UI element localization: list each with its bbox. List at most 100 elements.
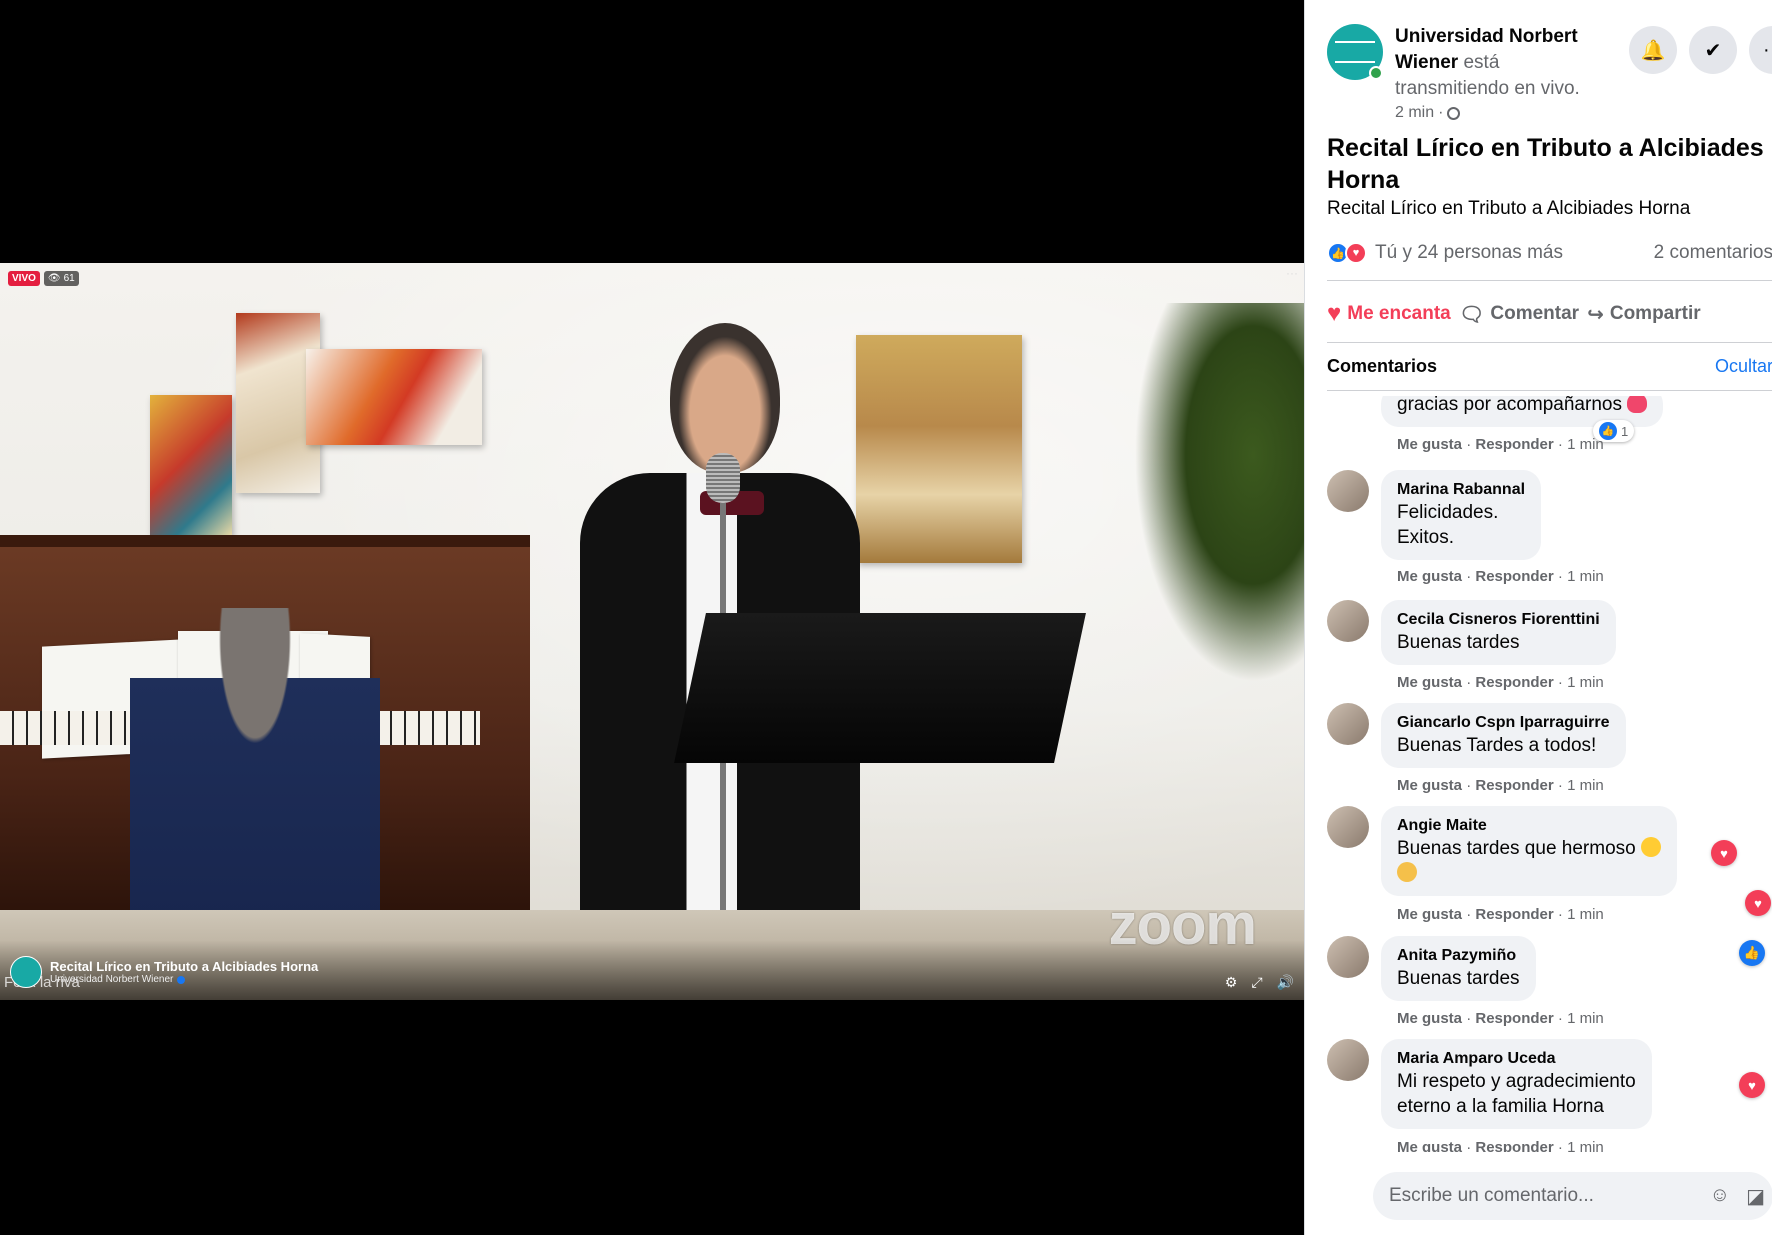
share-button[interactable]: ↪ Compartir: [1587, 302, 1701, 327]
comment-like-link[interactable]: Me gusta: [1397, 436, 1462, 453]
calendar-check-icon[interactable]: ✔: [1689, 26, 1737, 74]
sep: ·: [1557, 1139, 1563, 1152]
comment-author[interactable]: Maria Amparo Uceda: [1397, 1049, 1636, 1069]
music-stand: [674, 613, 1086, 763]
floating-heart-icon: ♥: [1745, 890, 1771, 916]
comment-like-link[interactable]: Me gusta: [1397, 1139, 1462, 1152]
comment-time[interactable]: 1 min: [1567, 568, 1604, 585]
avatar[interactable]: [1327, 470, 1369, 512]
reactions-row: 👍 ♥ Tú y 24 personas más 2 comentarios: [1327, 236, 1772, 270]
video-more-icon[interactable]: ···: [1286, 266, 1298, 280]
verified-icon: [177, 975, 186, 984]
comment-author[interactable]: Anita Pazymiño: [1397, 946, 1520, 966]
comment-reply-link[interactable]: Responder: [1475, 777, 1553, 794]
comment-button[interactable]: 🗨 Comentar: [1459, 302, 1579, 327]
comment-actions: Me gusta · Responder · 1 min: [1397, 674, 1604, 691]
comment-reply-link[interactable]: Responder: [1475, 1139, 1553, 1152]
emoji-icon[interactable]: ☺: [1710, 1184, 1730, 1209]
comment-like-link[interactable]: Me gusta: [1397, 1010, 1462, 1027]
sep: ·: [1466, 674, 1472, 691]
bell-icon[interactable]: 🔔: [1629, 26, 1677, 74]
comment-text: gracias por acompañarnos: [1397, 396, 1648, 417]
volume-icon[interactable]: 🔊: [1277, 974, 1294, 991]
reactions-text: Tú y 24 personas más: [1375, 242, 1563, 263]
share-icon: ↪: [1587, 303, 1604, 326]
fullscreen-icon[interactable]: ⤢: [1251, 974, 1262, 991]
sep: ·: [1466, 568, 1472, 585]
more-icon[interactable]: ···: [1749, 26, 1772, 74]
video-page[interactable]: Universidad Norbert Wiener: [50, 974, 318, 985]
hide-comments-link[interactable]: Ocultar: [1715, 356, 1772, 377]
comment-time[interactable]: 1 min: [1567, 1010, 1604, 1027]
header-text: Universidad Norbert Wiener está transmit…: [1395, 24, 1607, 102]
love-reaction-icon: ♥: [1345, 242, 1367, 264]
comment-actions: Me gusta · Responder · 1 min: [1397, 436, 1604, 453]
settings-icon[interactable]: ⚙: [1225, 974, 1238, 991]
post-sidebar: Universidad Norbert Wiener está transmit…: [1304, 0, 1772, 1235]
comment-reply-link[interactable]: Responder: [1475, 1010, 1553, 1027]
comment-input[interactable]: Escribe un comentario... ☺ ◪: [1373, 1172, 1772, 1220]
love-label: Me encanta: [1347, 303, 1451, 324]
floating-heart-icon: ♥: [1739, 1072, 1765, 1098]
post-time[interactable]: 2 min: [1395, 104, 1434, 122]
comment-like-link[interactable]: Me gusta: [1397, 568, 1462, 585]
share-label: Compartir: [1609, 303, 1701, 324]
divider: [1327, 390, 1772, 391]
avatar[interactable]: [1327, 806, 1369, 848]
comment-line: gracias por acompañarnos: [1397, 396, 1622, 415]
love-button[interactable]: ♥ Me encanta: [1327, 302, 1455, 326]
comment-time[interactable]: 1 min: [1567, 1139, 1604, 1152]
video-player[interactable]: zoom VIVO 👁 61 ··· Felix la riva Recital…: [0, 0, 1304, 1235]
video-title: Recital Lírico en Tributo a Alcibiades H…: [50, 959, 319, 974]
comment-like-link[interactable]: Me gusta: [1397, 674, 1462, 691]
comment-actions: Me gusta · Responder · 1 min: [1397, 568, 1604, 585]
action-bar: ♥ Me encanta 🗨 Comentar ↪ Compartir: [1327, 286, 1772, 342]
viewer-count-value: 61: [63, 273, 75, 284]
comment-like-link[interactable]: Me gusta: [1397, 906, 1462, 923]
comment-author[interactable]: Giancarlo Cspn Iparraguirre: [1397, 713, 1610, 733]
sep: ·: [1466, 906, 1472, 923]
comment-time[interactable]: 1 min: [1567, 777, 1604, 794]
comment-text: [1397, 861, 1661, 886]
comment-reply-link[interactable]: Responder: [1475, 568, 1553, 585]
comment-text: eterno a la familia Horna: [1397, 1096, 1604, 1117]
video-frame[interactable]: zoom: [0, 263, 1304, 1000]
avatar[interactable]: [1327, 703, 1369, 745]
divider: [1327, 280, 1772, 281]
viewer-count: 👁 61: [43, 271, 79, 286]
avatar[interactable]: [1327, 1039, 1369, 1081]
comments-list[interactable]: gracias por acompañarnos 👍 1 Me gusta · …: [1327, 396, 1772, 1152]
singer-head: [670, 323, 780, 473]
comment-reply-link[interactable]: Responder: [1475, 436, 1553, 453]
eye-icon: 👁: [47, 273, 61, 284]
live-tag: VIVO: [8, 271, 40, 286]
comment-text: Felicidades.: [1397, 502, 1499, 523]
comment-count[interactable]: 2 comentarios: [1654, 242, 1772, 264]
comment-text: Buenas Tardes a todos!: [1397, 735, 1597, 756]
sep: ·: [1557, 674, 1563, 691]
comment-time[interactable]: 1 min: [1567, 674, 1604, 691]
comment-reply-link[interactable]: Responder: [1475, 906, 1553, 923]
header-actions: 🔔 ✔ ···: [1629, 26, 1772, 74]
comment-time[interactable]: 1 min: [1567, 436, 1604, 453]
comment-time[interactable]: 1 min: [1567, 906, 1604, 923]
comment-actions: Me gusta · Responder · 1 min: [1397, 777, 1604, 794]
comment-reply-link[interactable]: Responder: [1475, 674, 1553, 691]
sticker-icon[interactable]: ◪: [1746, 1184, 1765, 1209]
comment-author[interactable]: Cecila Cisneros Fiorenttini: [1397, 610, 1600, 630]
comment-like-link[interactable]: Me gusta: [1397, 777, 1462, 794]
avatar[interactable]: [1327, 936, 1369, 978]
comment-author[interactable]: Marina Rabannal: [1397, 480, 1525, 500]
plant: [1134, 303, 1304, 683]
post-title: Recital Lírico en Tributo a Alcibiades H…: [1327, 134, 1764, 194]
video-page-avatar[interactable]: [10, 956, 42, 988]
post-header: Universidad Norbert Wiener está transmit…: [1327, 22, 1772, 132]
comment-bubble: Cecila Cisneros Fiorenttini Buenas tarde…: [1381, 600, 1616, 665]
avatar[interactable]: [1327, 600, 1369, 642]
page-logo-icon: [1335, 41, 1375, 63]
meta-separator: ·: [1438, 104, 1444, 121]
reaction-summary[interactable]: 👍 ♥ Tú y 24 personas más: [1327, 242, 1563, 264]
comment-author[interactable]: Angie Maite: [1397, 816, 1661, 836]
globe-icon: [1447, 106, 1461, 120]
sep: ·: [1557, 436, 1563, 453]
